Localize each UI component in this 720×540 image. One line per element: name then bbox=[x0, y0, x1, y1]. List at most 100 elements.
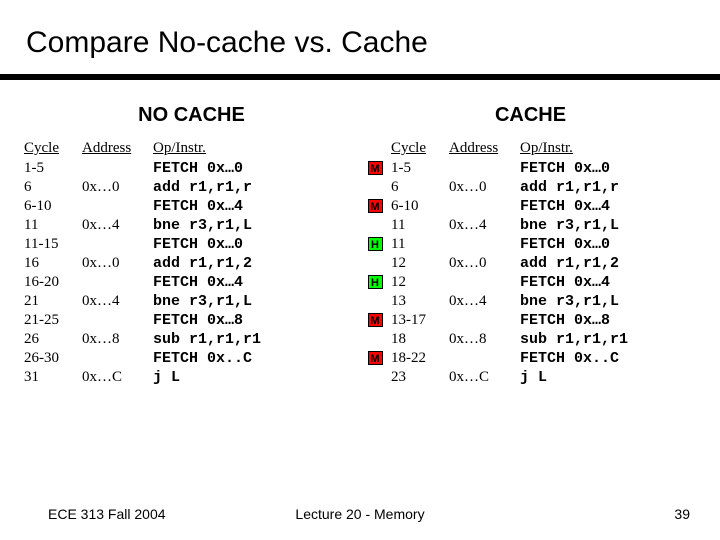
cell-address bbox=[82, 159, 153, 178]
cell-cycle: 12 bbox=[391, 273, 449, 292]
hit-badge: H bbox=[368, 275, 383, 289]
miss-badge: M bbox=[368, 351, 383, 365]
cell-instr: sub r1,r1,r1 bbox=[520, 330, 634, 349]
table-row: 230x…Cj L bbox=[363, 368, 634, 387]
cell-instr: sub r1,r1,r1 bbox=[153, 330, 267, 349]
cell-misshit: H bbox=[363, 273, 391, 292]
cell-cycle: 11-15 bbox=[24, 235, 82, 254]
table-row: M 6-10 FETCH 0x…4 bbox=[363, 197, 634, 216]
cell-cycle: 31 bbox=[24, 368, 82, 387]
table-row: 130x…4bne r3,r1,L bbox=[363, 292, 634, 311]
cell-cycle: 6-10 bbox=[24, 197, 82, 216]
table-row: 1-5 FETCH 0x…0 bbox=[24, 159, 267, 178]
cell-cycle: 1-5 bbox=[24, 159, 82, 178]
cell-cycle: 12 bbox=[391, 254, 449, 273]
cell-address bbox=[449, 311, 520, 330]
cell-instr: FETCH 0x…0 bbox=[520, 159, 634, 178]
cell-misshit bbox=[363, 216, 391, 235]
page-title: Compare No-cache vs. Cache bbox=[0, 0, 720, 72]
cell-instr: FETCH 0x…0 bbox=[153, 159, 267, 178]
cell-cycle: 13 bbox=[391, 292, 449, 311]
cell-cycle: 13-17 bbox=[391, 311, 449, 330]
cell-cycle: 23 bbox=[391, 368, 449, 387]
table-row: 26-30FETCH 0x..C bbox=[24, 349, 267, 368]
cell-misshit bbox=[363, 292, 391, 311]
cell-misshit: M bbox=[363, 159, 391, 178]
col-cycle: Cycle bbox=[24, 139, 82, 159]
cell-address bbox=[449, 273, 520, 292]
table-row: 160x…0add r1,r1,2 bbox=[24, 254, 267, 273]
cache-column: CACHE Cycle Address Op/Instr. M1-5FETCH … bbox=[363, 104, 698, 387]
cell-instr: FETCH 0x…0 bbox=[520, 235, 634, 254]
cell-instr: add r1,r1,r bbox=[520, 178, 634, 197]
cell-instr: add r1,r1,2 bbox=[153, 254, 267, 273]
table-row: M 1-5 FETCH 0x…0 bbox=[363, 159, 634, 178]
cell-instr: FETCH 0x…8 bbox=[153, 311, 267, 330]
cell-address bbox=[449, 197, 520, 216]
table-row: 11-15 FETCH 0x…0 bbox=[24, 235, 267, 254]
hit-badge: H bbox=[368, 237, 383, 251]
nocache-table: Cycle Address Op/Instr. 1-5FETCH 0x…060x… bbox=[24, 139, 267, 387]
cell-address bbox=[449, 159, 520, 178]
table-row: 16-20 FETCH 0x…4 bbox=[24, 273, 267, 292]
cell-instr: FETCH 0x…0 bbox=[153, 235, 267, 254]
cell-address: 0x…4 bbox=[449, 216, 520, 235]
miss-badge: M bbox=[368, 199, 383, 213]
table-row: 110x…4bne r3,r1,L bbox=[363, 216, 634, 235]
cell-address bbox=[449, 349, 520, 368]
col-cycle: Cycle bbox=[391, 139, 449, 159]
cell-instr: j L bbox=[153, 368, 267, 387]
cell-instr: add r1,r1,r bbox=[153, 178, 267, 197]
cell-instr: FETCH 0x…4 bbox=[153, 273, 267, 292]
col-opinstr: Op/Instr. bbox=[520, 139, 634, 159]
cell-instr: FETCH 0x..C bbox=[520, 349, 634, 368]
table-row: 260x…8sub r1,r1,r1 bbox=[24, 330, 267, 349]
cell-instr: FETCH 0x…4 bbox=[520, 273, 634, 292]
cell-cycle: 21-25 bbox=[24, 311, 82, 330]
cell-instr: FETCH 0x…4 bbox=[520, 197, 634, 216]
cell-address: 0x…0 bbox=[449, 178, 520, 197]
cell-cycle: 26-30 bbox=[24, 349, 82, 368]
cell-cycle: 6-10 bbox=[391, 197, 449, 216]
table-row: 210x…4bne r3,r1,L bbox=[24, 292, 267, 311]
cell-cycle: 11 bbox=[391, 235, 449, 254]
cell-instr: FETCH 0x…4 bbox=[153, 197, 267, 216]
cell-address: 0x…4 bbox=[449, 292, 520, 311]
cell-instr: add r1,r1,2 bbox=[520, 254, 634, 273]
table-row: H 12 FETCH 0x…4 bbox=[363, 273, 634, 292]
cell-address bbox=[82, 235, 153, 254]
cell-address bbox=[82, 311, 153, 330]
cell-cycle: 26 bbox=[24, 330, 82, 349]
nocache-column: NO CACHE Cycle Address Op/Instr. 1-5FETC… bbox=[24, 104, 359, 387]
cell-instr: bne r3,r1,L bbox=[153, 216, 267, 235]
miss-badge: M bbox=[368, 161, 383, 175]
cell-address bbox=[82, 197, 153, 216]
cell-instr: bne r3,r1,L bbox=[520, 292, 634, 311]
col-opinstr: Op/Instr. bbox=[153, 139, 267, 159]
cell-cycle: 11 bbox=[24, 216, 82, 235]
table-row: M 18-22 FETCH 0x..C bbox=[363, 349, 634, 368]
col-misshit bbox=[363, 139, 391, 159]
cell-cycle: 1-5 bbox=[391, 159, 449, 178]
cell-instr: j L bbox=[520, 368, 634, 387]
cell-cycle: 16 bbox=[24, 254, 82, 273]
cell-address: 0x…0 bbox=[82, 254, 153, 273]
miss-badge: M bbox=[368, 313, 383, 327]
cell-instr: bne r3,r1,L bbox=[153, 292, 267, 311]
nocache-heading: NO CACHE bbox=[24, 104, 359, 127]
cell-misshit bbox=[363, 254, 391, 273]
cell-cycle: 18-22 bbox=[391, 349, 449, 368]
cell-instr: bne r3,r1,L bbox=[520, 216, 634, 235]
cell-address: 0x…0 bbox=[82, 178, 153, 197]
content-area: NO CACHE Cycle Address Op/Instr. 1-5FETC… bbox=[0, 80, 720, 387]
table-row: 6-10 FETCH 0x…4 bbox=[24, 197, 267, 216]
cell-address: 0x…4 bbox=[82, 216, 153, 235]
cell-misshit: H bbox=[363, 235, 391, 254]
cell-misshit: M bbox=[363, 311, 391, 330]
cell-cycle: 16-20 bbox=[24, 273, 82, 292]
table-row: 21-25 FETCH 0x…8 bbox=[24, 311, 267, 330]
slide: Compare No-cache vs. Cache NO CACHE Cycl… bbox=[0, 0, 720, 540]
cell-address: 0x…C bbox=[82, 368, 153, 387]
cell-address: 0x…C bbox=[449, 368, 520, 387]
cell-address: 0x…4 bbox=[82, 292, 153, 311]
